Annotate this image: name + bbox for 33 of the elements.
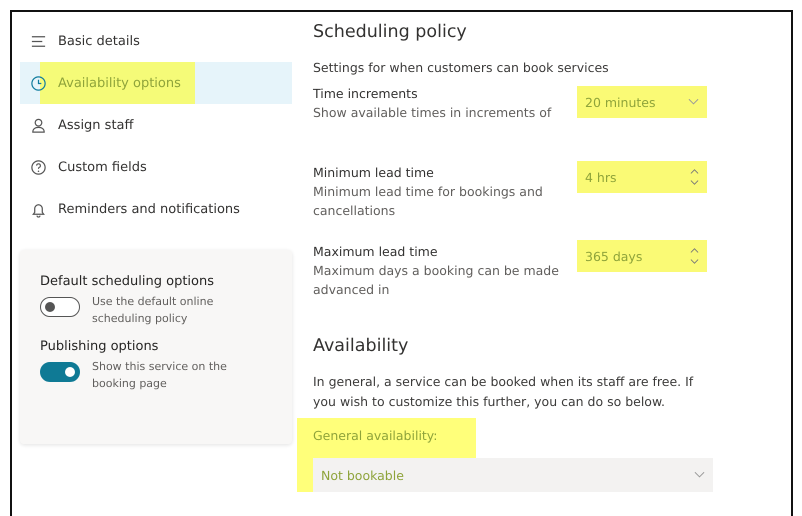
setting-description: Maximum days a booking can be made advanced in bbox=[313, 262, 560, 299]
nav-item[interactable]: Availability options bbox=[20, 62, 292, 104]
nav-item[interactable]: Custom fields bbox=[20, 146, 292, 188]
toggle-switch[interactable] bbox=[40, 362, 80, 382]
toggle-label: Use the default online scheduling policy bbox=[92, 294, 214, 327]
setting-label: Maximum lead time bbox=[313, 243, 439, 261]
number-spinner[interactable]: 4 hrs bbox=[577, 161, 707, 193]
section-description: In general, a service can be booked when its staff are free. If you wish to customize this further, you can do so below. bbox=[313, 373, 694, 411]
up-down-arrows-icon bbox=[690, 246, 699, 266]
setting-description: Minimum lead time for bookings and cancellations bbox=[313, 183, 544, 220]
chevron-down-icon bbox=[694, 471, 705, 479]
setting-label: Minimum lead time bbox=[313, 164, 435, 182]
setting-label: Time increments bbox=[313, 85, 419, 103]
field-label: General availability: bbox=[313, 428, 439, 443]
clock-icon bbox=[30, 74, 47, 92]
section-heading: Scheduling policy bbox=[313, 22, 468, 44]
person-icon bbox=[30, 116, 47, 134]
chevron-down-icon bbox=[688, 98, 699, 106]
section-title: Publishing options bbox=[40, 339, 160, 354]
section-title: Default scheduling options bbox=[40, 274, 216, 289]
nav-item[interactable]: Assign staff bbox=[20, 104, 292, 146]
nav-item[interactable]: Reminders and notifications bbox=[20, 188, 292, 230]
toggle-switch[interactable] bbox=[40, 297, 80, 317]
setting-description: Show available times in increments of bbox=[313, 104, 552, 122]
toggle-label: Show this service on the booking page bbox=[92, 359, 228, 392]
section-subtitle: Settings for when customers can book services bbox=[313, 60, 610, 75]
up-down-arrows-icon bbox=[690, 167, 699, 187]
number-spinner[interactable]: 365 days bbox=[577, 240, 707, 272]
nav-item[interactable]: Basic details bbox=[20, 20, 292, 62]
question-icon bbox=[30, 158, 47, 176]
time-dropdown[interactable]: 20 minutes bbox=[577, 86, 707, 118]
availability-dropdown[interactable]: Not bookable bbox=[313, 458, 713, 492]
section-heading: Availability bbox=[313, 336, 410, 358]
